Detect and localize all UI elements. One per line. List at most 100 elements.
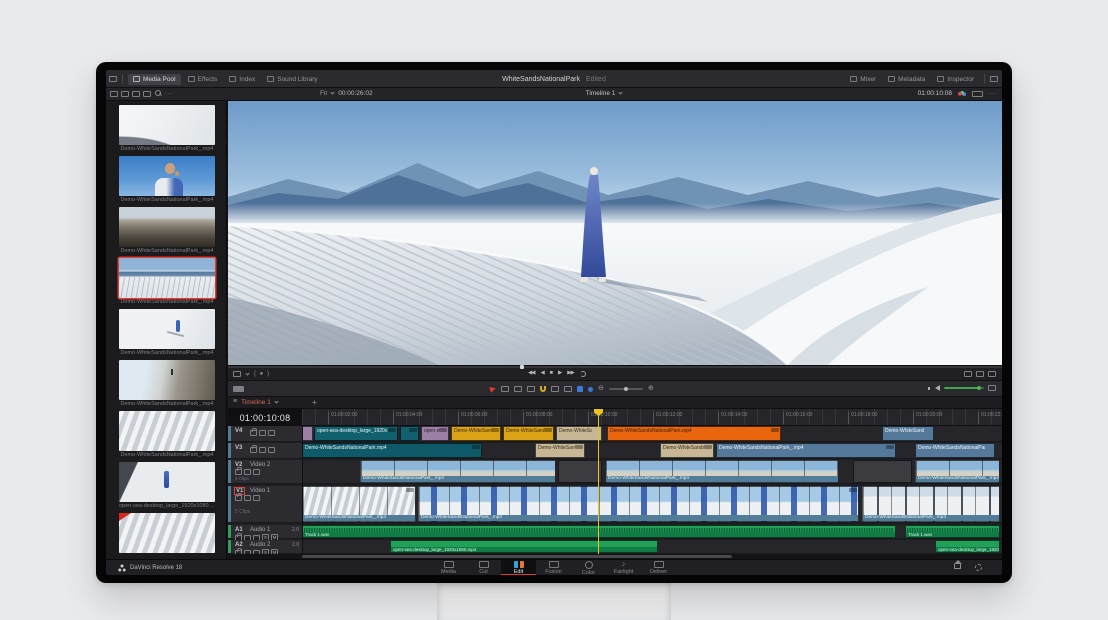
dual-screen-icon[interactable] <box>972 91 983 97</box>
toolbox-icon[interactable] <box>233 386 244 392</box>
workspace-icon[interactable] <box>109 76 117 82</box>
home-icon[interactable] <box>954 564 961 569</box>
timeline-clip[interactable]: Demo-WhiteSandsNationalPark_.mp4 <box>882 426 934 441</box>
scopes-icon[interactable] <box>957 90 967 97</box>
timeline-clip[interactable]: Track 1.wav <box>905 525 1000 538</box>
lock-icon[interactable] <box>250 430 257 436</box>
monitor-icon[interactable] <box>268 447 275 453</box>
timeline-clip[interactable]: Demo-WhiteSandsNationalPark_.mp4 <box>535 443 585 458</box>
page-fusion[interactable]: Fusion <box>536 560 571 575</box>
zoom-out-icon[interactable]: ⊖ <box>598 385 604 393</box>
more-options-icon[interactable]: ··· <box>165 91 174 97</box>
timeline-clip[interactable] <box>853 460 912 483</box>
lock-icon[interactable] <box>250 447 257 453</box>
track-id[interactable]: V3 <box>235 445 242 451</box>
media-clip-item[interactable]: Demo-WhiteSandsNationalPark_.mp4 <box>119 156 215 203</box>
marker-color-chip[interactable] <box>588 387 593 392</box>
trim-edit-icon[interactable] <box>501 386 509 392</box>
flag-icon[interactable] <box>564 386 572 392</box>
page-deliver[interactable]: Deliver <box>641 560 676 575</box>
timeline-ruler[interactable]: 01:00:02:0001:00:04:0001:00:06:0001:00:0… <box>302 409 1002 426</box>
volume-icon[interactable] <box>935 385 940 391</box>
media-clip-item[interactable]: Demo-WhiteSandsNationalPark_.mp4 <box>119 207 215 254</box>
clip-color-chip[interactable] <box>577 386 583 392</box>
media-clip-item[interactable]: Demo-WhiteSandsNationalPark_.mp4 <box>119 360 215 407</box>
dynamic-trim-icon[interactable] <box>514 386 522 392</box>
match-frame-icon[interactable] <box>964 371 972 377</box>
auto-select-icon[interactable] <box>259 430 266 436</box>
media-clip-item[interactable] <box>119 513 215 554</box>
timeline-clip[interactable]: open-sea-desktop_large_1920x1080.mp4 <box>935 540 1000 553</box>
auto-select-icon[interactable] <box>259 447 266 453</box>
timeline-clip[interactable]: open-sea-desktop_large_1920x1080.mp4 <box>421 426 449 441</box>
import-icon[interactable] <box>110 91 118 97</box>
monitor-icon[interactable] <box>268 430 275 436</box>
list-view-icon[interactable] <box>143 91 151 97</box>
page-media[interactable]: Media <box>431 560 466 575</box>
tab-metadata[interactable]: Metadata <box>883 74 930 85</box>
media-clip-item[interactable]: Demo-WhiteSandsNationalPark_.mp4 <box>119 411 215 458</box>
timeline-clip[interactable]: Demo-WhiteSandsNationalPark_.mp4 <box>862 486 1000 522</box>
timeline-clip[interactable] <box>558 460 602 483</box>
volume-slider[interactable] <box>944 387 984 389</box>
timeline-clip[interactable]: Demo-WhiteSandsNationalPark_.mp4 <box>915 443 995 458</box>
monitor-icon[interactable] <box>253 495 260 501</box>
timeline-clip[interactable]: Demo-WhiteSandsNationalPark_.mp4 <box>605 460 839 483</box>
pointer-tool-icon[interactable] <box>489 385 497 393</box>
scrubber-handle[interactable] <box>520 365 524 369</box>
media-clip-item[interactable]: Demo-WhiteSandsNationalPark_.mp4 <box>119 105 215 152</box>
search-icon[interactable] <box>154 90 162 97</box>
timeline-clip[interactable]: Demo-WhiteSandsNationalPark.mp4 <box>302 443 482 458</box>
more-icon[interactable]: ··· <box>988 91 997 97</box>
timeline-scrollbar[interactable] <box>302 555 732 558</box>
page-edit[interactable]: Edit <box>501 560 536 575</box>
transport-first-frame-button[interactable]: ◀◀ <box>528 370 534 377</box>
auto-select-icon[interactable] <box>244 495 251 501</box>
timeline-clip[interactable]: Demo-WhiteSandsNationalPark_.mp4 <box>660 443 714 458</box>
in-point-icon[interactable] <box>976 371 984 377</box>
viewer-scrubber[interactable] <box>228 366 1002 368</box>
lock-icon[interactable] <box>235 495 242 501</box>
jog-control[interactable]: ( ● ) <box>254 371 270 377</box>
tab-inspector[interactable]: Inspector <box>932 74 979 85</box>
timeline-selector[interactable]: Timeline 1 <box>436 90 772 97</box>
transport-last-frame-button[interactable]: ▶▶ <box>567 370 573 377</box>
audio-meter-icon[interactable] <box>988 385 996 391</box>
track-id[interactable]: V4 <box>235 428 242 434</box>
tab-effects[interactable]: Effects <box>183 74 223 85</box>
timeline-clip[interactable]: Demo-WhiteSandsNationalPark_.mp4 <box>503 426 554 441</box>
timeline-clip[interactable]: open-sea-desktop_large_1920x1080.mp4 <box>390 540 658 553</box>
timeline-clip[interactable]: Demo-WhiteSandsNationalPark.mp4 <box>607 426 781 441</box>
timeline-clip[interactable]: open-sea-desktop_large_1920x1080.mp4 <box>314 426 398 441</box>
out-point-icon[interactable] <box>988 371 996 377</box>
zoom-slider[interactable] <box>609 388 643 390</box>
thumbnail-view-icon[interactable] <box>132 91 140 97</box>
link-clips-icon[interactable] <box>551 386 559 392</box>
add-timeline-button[interactable]: + <box>312 398 317 407</box>
settings-gear-icon[interactable] <box>975 564 982 571</box>
snap-magnet-icon[interactable] <box>540 386 546 392</box>
timeline-clip[interactable]: Demo-WhiteSandsNationalPark_.mp4 <box>360 460 556 483</box>
timeline-clip[interactable]: Demo-WhiteSandsNationalPark_.mp4 <box>915 460 1000 483</box>
playhead-line[interactable] <box>598 409 599 554</box>
page-fairlight[interactable]: ♪Fairlight <box>606 560 641 575</box>
transport-play-button[interactable]: ▶ <box>558 370 561 377</box>
aspect-ratio-icon[interactable] <box>233 371 241 377</box>
media-clip-item[interactable]: open-sea-desktop_large_1920x1080.mp4 <box>119 462 215 509</box>
panel-toggle-icon[interactable] <box>990 76 998 82</box>
transport-step-back-button[interactable]: ◀ <box>540 370 543 377</box>
loop-button[interactable] <box>580 371 586 377</box>
page-color[interactable]: Color <box>571 560 606 575</box>
timeline-clip[interactable]: Demo-WhiteSandsNationalPark_.mp4 <box>302 486 416 522</box>
zoom-in-icon[interactable]: ⊕ <box>648 385 654 393</box>
timeline-viewer[interactable] <box>228 101 1002 365</box>
fit-dropdown[interactable]: Fit <box>320 90 327 97</box>
timeline-clip[interactable] <box>400 426 419 441</box>
razor-icon[interactable] <box>527 386 535 392</box>
timeline-clip[interactable]: Demo-WhiteSandsNationalPark_.mp4 <box>716 443 896 458</box>
transport-stop-button[interactable]: ■ <box>550 370 552 377</box>
timeline-clip[interactable]: Demo-WhiteSandsNationalPark_.mp4 <box>302 426 313 441</box>
tab-media-pool[interactable]: Media Pool <box>128 74 181 85</box>
timeline-tab[interactable]: ≡ Timeline 1 <box>233 398 278 406</box>
page-cut[interactable]: Cut <box>466 560 501 575</box>
